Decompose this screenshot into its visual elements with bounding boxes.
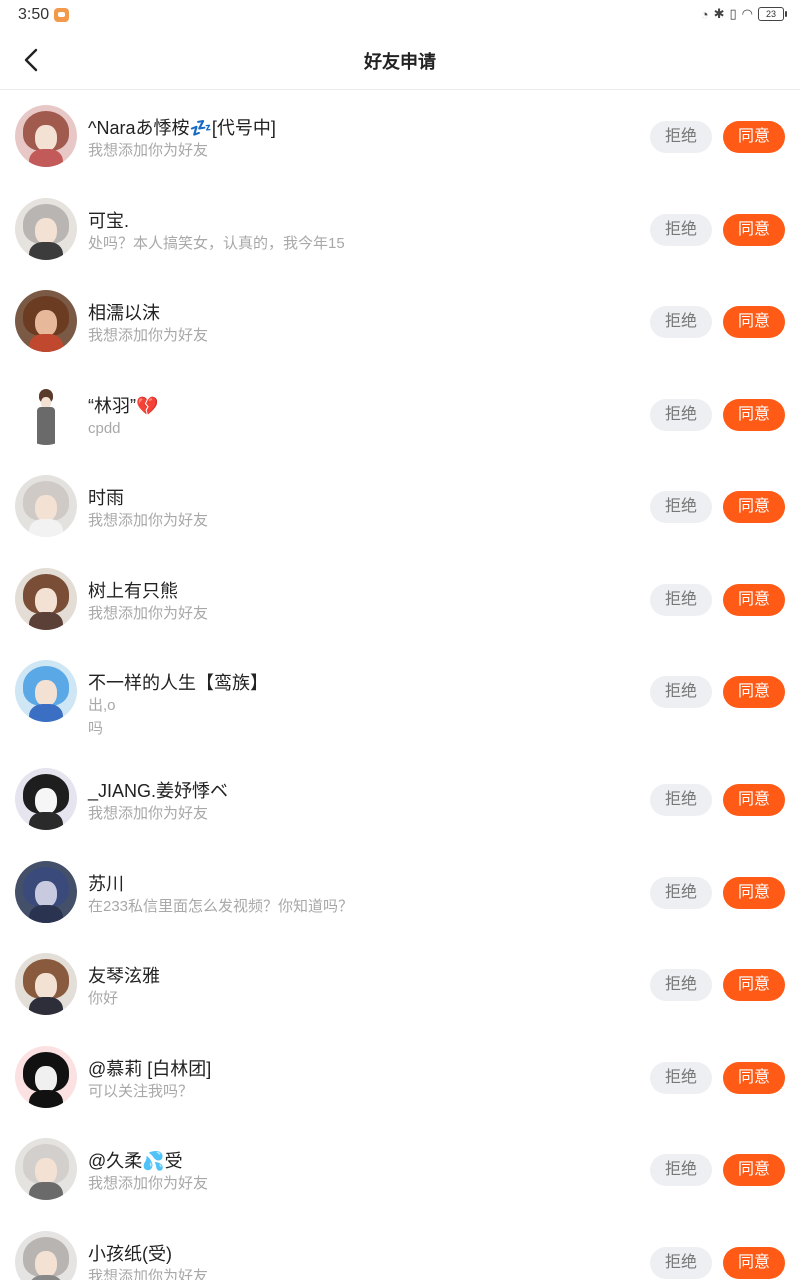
request-name: 友琴泫雅 [88, 966, 160, 986]
accept-button[interactable]: 同意 [723, 1246, 785, 1279]
reject-button[interactable]: 拒绝 [650, 583, 712, 616]
request-row: @久柔💦受 我想添加你为好友 拒绝 同意 [0, 1123, 800, 1216]
avatar[interactable] [15, 768, 77, 830]
accept-button[interactable]: 同意 [723, 398, 785, 431]
request-name: 相濡以沫 [88, 303, 160, 323]
avatar[interactable] [15, 475, 77, 537]
request-message: 我想添加你为好友 [88, 805, 209, 822]
wifi-icon: ◠ [741, 6, 753, 21]
accept-button[interactable]: 同意 [723, 1061, 785, 1094]
request-name: 树上有只熊 [88, 580, 178, 601]
request-name: 小孩纸(受) [88, 1243, 172, 1264]
reject-button[interactable]: 拒绝 [650, 784, 712, 816]
request-message: 我想添加你为好友 [88, 327, 209, 344]
reject-button[interactable]: 拒绝 [650, 876, 712, 909]
request-row: 小孩纸(受) 我想添加你为好友 拒绝 同意 [0, 1216, 800, 1280]
request-message: cpdd [88, 419, 121, 437]
reject-button[interactable]: 拒绝 [650, 1154, 712, 1186]
request-message: 我想添加你为好友 [88, 1267, 209, 1280]
page-title: 好友申请 [364, 52, 436, 72]
reject-button[interactable]: 拒绝 [650, 306, 712, 338]
accept-button[interactable]: 同意 [723, 213, 785, 246]
avatar[interactable] [15, 1045, 77, 1108]
avatar[interactable] [15, 105, 77, 167]
request-message: 我想添加你为好友 [88, 604, 209, 622]
avatar[interactable] [15, 197, 77, 260]
request-message: 你好 [88, 990, 119, 1007]
avatar[interactable] [15, 860, 77, 923]
accept-button[interactable]: 同意 [723, 306, 785, 338]
avatar[interactable] [15, 567, 77, 630]
request-row: 时雨 我想添加你为好友 拒绝 同意 [0, 460, 800, 553]
avatar[interactable] [15, 953, 77, 1015]
avatar[interactable] [15, 382, 77, 445]
request-name: “林羽”💔 [88, 395, 159, 416]
request-row: “林羽”💔 cpdd 拒绝 同意 [0, 368, 800, 461]
request-row: 不一样的人生【鸾族】 出,o 吗 拒绝 同意 [0, 645, 800, 753]
request-row: 苏川 在233私信里面怎么发视频？你知道吗？ 拒绝 同意 [0, 846, 800, 939]
friend-request-list: ^Naraあ悸桉💤[代号中] 我想添加你为好友 拒绝 同意 可宝. 处吗？本人搞… [0, 90, 800, 1280]
avatar[interactable] [15, 290, 77, 352]
vibrate-icon: ▯ [729, 6, 737, 21]
reject-button[interactable]: 拒绝 [650, 676, 712, 708]
request-message: 我想添加你为好友 [88, 142, 209, 159]
request-row: ^Naraあ悸桉💤[代号中] 我想添加你为好友 拒绝 同意 [0, 90, 800, 183]
reject-button[interactable]: 拒绝 [650, 491, 712, 523]
status-time: 3:50 [18, 6, 50, 23]
request-name: ^Naraあ悸桉💤[代号中] [88, 118, 276, 138]
avatar[interactable] [15, 1230, 77, 1280]
reject-button[interactable]: 拒绝 [650, 213, 712, 246]
page-header: 好友申请 [0, 30, 800, 90]
reject-button[interactable]: 拒绝 [650, 969, 712, 1001]
accept-button[interactable]: 同意 [723, 784, 785, 816]
reject-button[interactable]: 拒绝 [650, 121, 712, 153]
avatar[interactable] [15, 660, 77, 722]
request-message: 出,o 吗 [88, 697, 116, 737]
request-row: 可宝. 处吗？本人搞笑女，认真的，我今年15 拒绝 同意 [0, 183, 800, 276]
reject-button[interactable]: 拒绝 [650, 1061, 712, 1094]
request-row: 树上有只熊 我想添加你为好友 拒绝 同意 [0, 553, 800, 646]
request-message: 在233私信里面怎么发视频？你知道吗？ [88, 897, 354, 915]
avatar[interactable] [15, 1138, 77, 1200]
request-message: 我想添加你为好友 [88, 1175, 209, 1192]
request-message: 我想添加你为好友 [88, 512, 209, 529]
request-row: 相濡以沫 我想添加你为好友 拒绝 同意 [0, 275, 800, 368]
accept-button[interactable]: 同意 [723, 969, 785, 1001]
request-message: 可以关注我吗？ [88, 1082, 194, 1100]
accept-button[interactable]: 同意 [723, 491, 785, 523]
request-row: _JIANG.姜妤悸ベ 我想添加你为好友 拒绝 同意 [0, 753, 800, 846]
bluetooth-icon: ✱ [713, 6, 725, 21]
accept-button[interactable]: 同意 [723, 876, 785, 909]
request-name: 不一样的人生【鸾族】 [88, 673, 268, 693]
accept-button[interactable]: 同意 [723, 1154, 785, 1186]
request-row: 友琴泫雅 你好 拒绝 同意 [0, 938, 800, 1031]
request-name: @慕莉 [白林团] [88, 1058, 212, 1079]
request-message: 处吗？本人搞笑女，认真的，我今年15 [88, 234, 345, 252]
accept-button[interactable]: 同意 [723, 121, 785, 153]
request-name: @久柔💦受 [88, 1151, 183, 1171]
speedometer-icon: ◔ [700, 6, 709, 22]
message-notification-icon [54, 8, 69, 22]
request-name: _JIANG.姜妤悸ベ [88, 781, 229, 801]
accept-button[interactable]: 同意 [723, 676, 785, 708]
request-name: 苏川 [88, 873, 124, 894]
battery-icon: 23 [758, 7, 787, 21]
request-row: @慕莉 [白林团] 可以关注我吗？ 拒绝 同意 [0, 1031, 800, 1124]
request-name: 可宝. [88, 210, 130, 231]
request-name: 时雨 [88, 488, 124, 508]
status-bar: 3:50 ◔ ✱ ▯ ◠ 23 [0, 0, 800, 30]
reject-button[interactable]: 拒绝 [650, 398, 712, 431]
reject-button[interactable]: 拒绝 [650, 1246, 712, 1279]
accept-button[interactable]: 同意 [723, 583, 785, 616]
status-icons: ◔ ✱ ▯ ◠ 23 [700, 6, 787, 22]
